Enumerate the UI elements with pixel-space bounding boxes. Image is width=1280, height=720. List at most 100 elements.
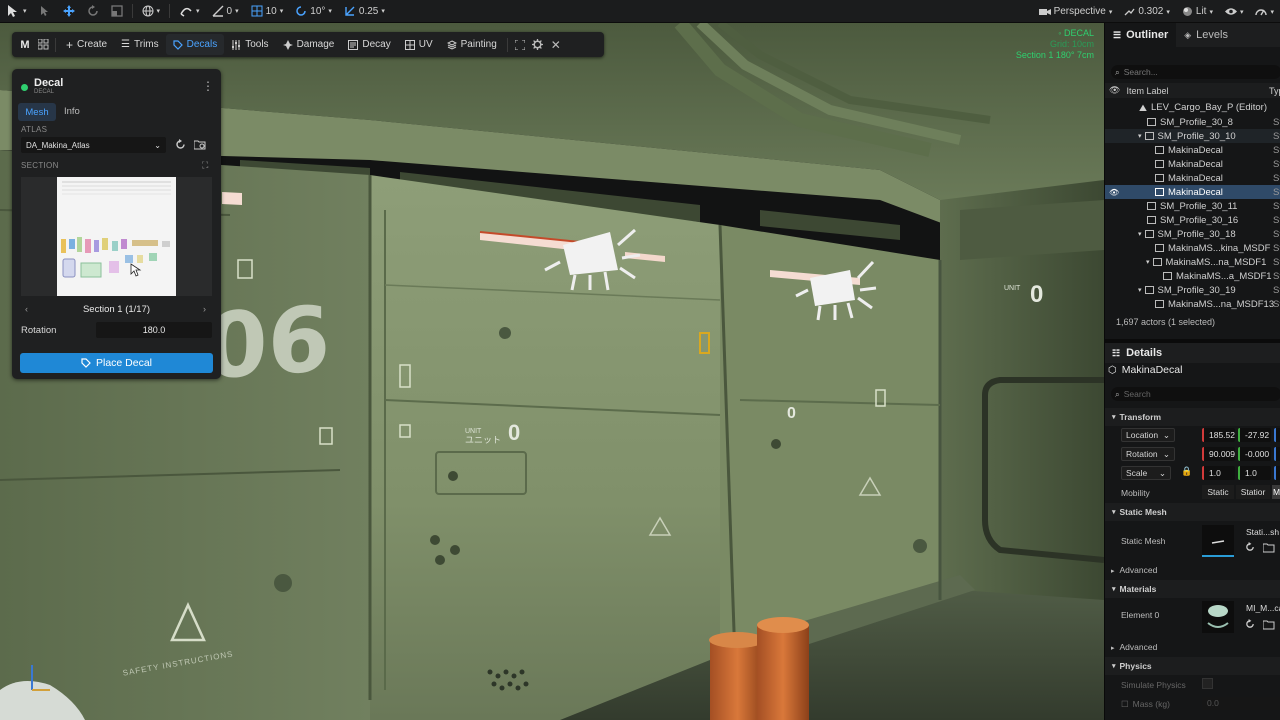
level-icon: ⛰ (1139, 103, 1147, 114)
physics-section-header[interactable]: ▾ Physics (1105, 657, 1280, 675)
rotation-snap-button[interactable]: 10° ▾ (289, 0, 338, 23)
tab-outliner[interactable]: ☰ Outliner (1105, 23, 1177, 47)
rotation-x-input[interactable]: 90.009 (1202, 447, 1235, 461)
scale-z-input[interactable]: 1 (1274, 466, 1280, 480)
materials-section-header[interactable]: ▾ Materials (1105, 580, 1280, 598)
atlas-preview[interactable] (21, 177, 212, 296)
mobility-movable-button[interactable]: M (1272, 485, 1280, 499)
grid-snap-value: 10 (265, 5, 277, 17)
section-next-button[interactable]: › (203, 304, 206, 314)
gear-icon[interactable] (529, 36, 547, 54)
details-tab[interactable]: ☷ Details (1105, 343, 1280, 363)
lit-sphere-icon (1182, 7, 1192, 16)
location-y-input[interactable]: -27.92 (1238, 428, 1271, 442)
reset-icon[interactable] (1245, 542, 1255, 552)
outliner-row[interactable]: MakinaMS...na_MSDF13St (1105, 297, 1280, 311)
decay-button[interactable]: Decay (341, 34, 397, 55)
outliner-row[interactable]: ▾MakinaMS...na_MSDF1St (1105, 255, 1280, 269)
static-mesh-thumbnail[interactable] (1202, 525, 1234, 557)
browse-folder-icon[interactable] (1263, 619, 1275, 630)
atlas-dropdown[interactable]: DA_Makina_Atlas ⌄ (21, 137, 166, 153)
material-thumbnail[interactable] (1202, 601, 1234, 633)
angle-snap-button[interactable]: 0 ▾ (206, 0, 245, 23)
location-dropdown[interactable]: Location ⌄ (1121, 428, 1175, 442)
outliner-row[interactable]: SM_Profile_30_16St (1105, 213, 1280, 227)
mobility-stationary-button[interactable]: Statior (1236, 485, 1270, 499)
damage-button[interactable]: Damage (276, 34, 342, 55)
tab-mesh[interactable]: Mesh (18, 103, 56, 121)
outliner-row[interactable]: SM_Profile_30_11St (1105, 199, 1280, 213)
reset-icon[interactable] (1245, 619, 1255, 629)
tab-info[interactable]: Info (64, 106, 80, 117)
details-icon: ☷ (1112, 347, 1121, 358)
scale-y-input[interactable]: 1.0 (1238, 466, 1271, 480)
lock-icon[interactable]: 🔒 (1181, 466, 1192, 477)
rotation-dropdown[interactable]: Rotation ⌄ (1121, 447, 1175, 461)
outliner-row[interactable]: MakinaMS...a_MSDF1St (1105, 269, 1280, 283)
scale-dropdown[interactable]: Scale ⌄ (1121, 466, 1171, 480)
camera-speed-button[interactable]: 0.302 ▾ (1118, 0, 1176, 23)
place-decal-button[interactable]: Place Decal (20, 353, 213, 373)
world-local-button[interactable]: ▾ (136, 0, 167, 23)
static-mesh-section-header[interactable]: ▾ Static Mesh (1105, 503, 1280, 521)
viewport-info-overlay: ◦ DECAL Grid: 10cm Section 1 180° 7cm (1016, 28, 1094, 61)
advanced-expander[interactable]: ▸ Advanced (1111, 565, 1157, 575)
scale-icon[interactable] (105, 0, 129, 23)
location-x-input[interactable]: 185.52 (1202, 428, 1235, 442)
rotation-z-input[interactable]: - (1274, 447, 1280, 461)
scale-snap-button[interactable]: 0.25 ▾ (338, 0, 391, 23)
outliner-row[interactable]: MakinaDecalSt (1105, 143, 1280, 157)
browse-folder-icon[interactable] (194, 139, 206, 150)
uv-button[interactable]: UV (398, 34, 440, 55)
grid-snap-button[interactable]: 10 ▾ (245, 0, 290, 23)
performance-button[interactable]: ▾ (1249, 0, 1280, 23)
translate-icon[interactable] (57, 0, 81, 23)
lighting-mode-button[interactable]: Lit ▾ (1176, 0, 1219, 23)
trims-button[interactable]: ☰ Trims (114, 34, 166, 55)
advanced-expander[interactable]: ▸ Advanced (1111, 642, 1157, 652)
tools-button[interactable]: Tools (224, 34, 275, 55)
close-icon[interactable]: ✕ (547, 36, 565, 54)
outliner-search-input[interactable]: ⌕ Search... (1111, 65, 1280, 79)
outliner-row[interactable]: ▾SM_Profile_30_19St (1105, 283, 1280, 297)
transform-section-header[interactable]: ▾ Transform (1105, 408, 1280, 426)
outliner-row[interactable]: MakinaDecalSt (1105, 171, 1280, 185)
reset-icon[interactable] (175, 139, 186, 150)
outliner-row[interactable]: MakinaMS...kina_MSDFSt (1105, 241, 1280, 255)
details-search-input[interactable]: ⌕ Search (1111, 387, 1280, 401)
mobility-static-button[interactable]: Static (1202, 485, 1234, 499)
visibility-column-icon[interactable]: 👁 (1109, 85, 1120, 96)
outliner-row[interactable]: ⛰ LEV_Cargo_Bay_P (Editor) (1105, 100, 1280, 115)
select-mode-button[interactable]: ▾ (0, 0, 33, 23)
mesh-icon (1144, 286, 1154, 294)
makina-mode-button[interactable]: M (16, 36, 34, 54)
tab-levels[interactable]: ◈ Levels (1176, 29, 1236, 41)
outliner-row[interactable]: MakinaDecalSt (1105, 157, 1280, 171)
rotate-icon[interactable] (81, 0, 105, 23)
mass-input[interactable]: 0.0 (1202, 697, 1280, 710)
divider (506, 37, 508, 52)
kebab-menu-icon[interactable]: ⋮ (202, 79, 214, 93)
rotation-input[interactable]: 180.0 (96, 322, 212, 338)
location-z-input[interactable]: 1 (1274, 428, 1280, 442)
surface-snap-button[interactable]: ▾ (173, 0, 206, 23)
expand-icon[interactable] (511, 36, 529, 54)
grid-menu-icon[interactable] (34, 36, 52, 54)
scale-x-input[interactable]: 1.0 (1202, 466, 1235, 480)
select-tool-icon[interactable] (33, 0, 57, 23)
grid-icon (251, 5, 263, 17)
expand-section-icon[interactable]: ⛶ (202, 160, 208, 171)
outliner-row[interactable]: ▾SM_Profile_30_10St (1105, 129, 1280, 143)
painting-button[interactable]: Painting (440, 34, 504, 55)
outliner-row[interactable]: SM_Profile_30_8St (1105, 115, 1280, 129)
visibility-eye-icon[interactable]: 👁 (1109, 188, 1119, 197)
outliner-row-selected[interactable]: 👁MakinaDecalSt (1105, 185, 1280, 199)
rotation-y-input[interactable]: -0.000 (1238, 447, 1271, 461)
show-flags-button[interactable]: ▾ (1219, 0, 1250, 23)
view-mode-button[interactable]: Perspective ▾ (1033, 0, 1119, 23)
simulate-physics-checkbox[interactable] (1202, 678, 1213, 689)
create-button[interactable]: + Create (59, 34, 114, 55)
browse-folder-icon[interactable] (1263, 542, 1275, 553)
decals-button[interactable]: Decals (165, 34, 225, 55)
outliner-row[interactable]: ▾SM_Profile_30_18St (1105, 227, 1280, 241)
